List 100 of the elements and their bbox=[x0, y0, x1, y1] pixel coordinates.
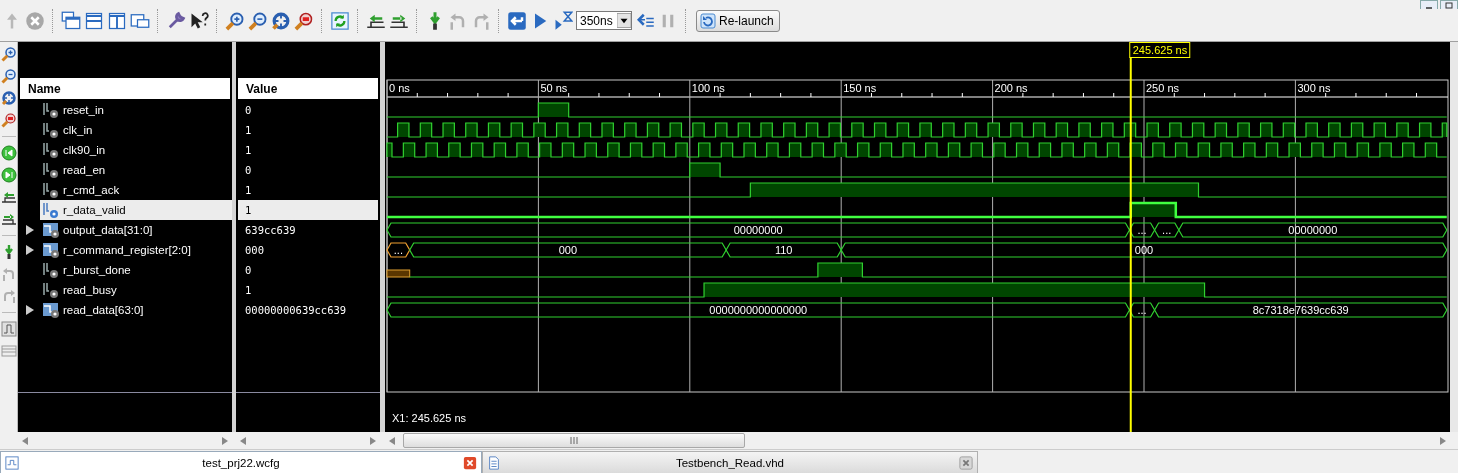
time-tick-label: 150 ns bbox=[843, 82, 877, 94]
zoom-fit-icon[interactable] bbox=[271, 10, 291, 31]
expand-icon[interactable] bbox=[24, 225, 34, 235]
signal-value: 0 bbox=[244, 263, 253, 278]
time-tick-label: 300 ns bbox=[1297, 82, 1331, 94]
vertical-scrollbar[interactable] bbox=[1450, 42, 1458, 432]
signal-icon bbox=[42, 101, 60, 119]
cursor-line[interactable] bbox=[1129, 56, 1132, 432]
signal-name: read_busy bbox=[63, 284, 117, 296]
signal-row[interactable]: r_burst_done bbox=[40, 260, 232, 280]
column-header[interactable]: Value bbox=[238, 78, 378, 99]
bus-value: ... bbox=[1162, 224, 1172, 236]
zoom-out-icon[interactable] bbox=[248, 10, 268, 31]
scroll-right-icon[interactable] bbox=[222, 436, 228, 445]
waveform-icon[interactable] bbox=[0, 320, 17, 338]
scroll-left-icon[interactable] bbox=[240, 436, 246, 445]
zoom-fit-icon[interactable] bbox=[0, 89, 17, 107]
run-for-time-icon[interactable] bbox=[553, 10, 573, 31]
document-icon bbox=[487, 456, 501, 470]
signal-name: r_burst_done bbox=[63, 264, 131, 276]
close-icon[interactable] bbox=[463, 456, 477, 470]
signal-icon bbox=[42, 281, 60, 299]
signal-value: 1 bbox=[244, 183, 253, 198]
signal-name: r_cmd_ack bbox=[63, 184, 120, 196]
help-pointer-icon[interactable] bbox=[189, 10, 209, 31]
signal-row[interactable]: clk90_in bbox=[40, 140, 232, 160]
bus-signal-icon bbox=[42, 301, 60, 319]
time-tick-label: 50 ns bbox=[540, 82, 568, 94]
signal-value: 1 bbox=[244, 143, 253, 158]
time-tick-label: 100 ns bbox=[691, 82, 725, 94]
signal-name: clk90_in bbox=[63, 144, 106, 156]
signal-row[interactable]: r_cmd_ack bbox=[40, 180, 232, 200]
vertical-layout-icon[interactable] bbox=[107, 10, 127, 31]
zoom-out-icon[interactable] bbox=[0, 67, 17, 85]
signal-row[interactable]: reset_in bbox=[40, 100, 232, 120]
zoom-in-icon[interactable] bbox=[0, 45, 17, 63]
go-to-end-icon[interactable] bbox=[0, 166, 17, 184]
scroll-left-icon[interactable] bbox=[22, 436, 28, 445]
scroll-right-icon[interactable] bbox=[370, 436, 376, 445]
signal-row[interactable]: output_data[31:0] bbox=[40, 220, 232, 240]
time-tick-label: 250 ns bbox=[1146, 82, 1180, 94]
signal-row[interactable]: r_data_valid bbox=[40, 200, 232, 220]
restart-icon[interactable] bbox=[507, 10, 527, 31]
column-header[interactable]: Name bbox=[20, 78, 230, 99]
scroll-right-icon[interactable] bbox=[1440, 436, 1446, 445]
bus-value: 0000000000000000 bbox=[709, 304, 808, 316]
signal-value: 639cc639 bbox=[244, 223, 297, 238]
signal-name: r_command_register[2:0] bbox=[63, 244, 191, 256]
signal-icon bbox=[42, 161, 60, 179]
signal-row[interactable]: clk_in bbox=[40, 120, 232, 140]
signal-name: read_en bbox=[63, 164, 106, 176]
close-icon[interactable] bbox=[959, 456, 973, 470]
time-field[interactable]: 350ns bbox=[576, 11, 632, 30]
editor-tab[interactable]: test_prj22.wcfg bbox=[0, 451, 482, 473]
signal-name: reset_in bbox=[63, 104, 104, 116]
expand-icon[interactable] bbox=[24, 305, 34, 315]
bus-value: 000 bbox=[558, 244, 578, 256]
signal-value: 0 bbox=[244, 163, 253, 178]
grip-icon bbox=[569, 437, 579, 444]
caret-icon[interactable] bbox=[617, 13, 631, 28]
expand-icon[interactable] bbox=[24, 245, 34, 255]
zoom-marker-icon[interactable] bbox=[0, 111, 17, 129]
zoom-marker-icon[interactable] bbox=[294, 10, 314, 31]
zoom-in-icon[interactable] bbox=[225, 10, 245, 31]
bus-value: 110 bbox=[774, 244, 793, 256]
signal-row[interactable]: read_busy bbox=[40, 280, 232, 300]
cascade-windows-icon[interactable] bbox=[61, 10, 81, 31]
wrench-icon[interactable] bbox=[166, 10, 186, 31]
signal-icon bbox=[42, 141, 60, 159]
signal-name: output_data[31:0] bbox=[63, 224, 153, 236]
refresh-icon[interactable] bbox=[330, 10, 350, 31]
signal-row[interactable]: read_data[63:0] bbox=[40, 300, 232, 320]
signal-name: read_data[63:0] bbox=[63, 304, 144, 316]
signal-value: 1 bbox=[244, 283, 253, 298]
signal-row[interactable]: read_en bbox=[40, 160, 232, 180]
bus-value: ... bbox=[1137, 304, 1147, 316]
relaunch-icon[interactable] bbox=[700, 12, 716, 29]
signal-icon bbox=[42, 121, 60, 139]
signal-name: r_data_valid bbox=[63, 204, 126, 216]
relaunch-button[interactable]: Re-launch bbox=[696, 9, 780, 32]
bus-value: ... bbox=[1137, 224, 1147, 236]
editor-tab[interactable]: Testbench_Read.vhd bbox=[482, 451, 978, 473]
bus-value: ... bbox=[393, 244, 403, 256]
scrollbar-thumb[interactable] bbox=[403, 433, 745, 448]
scroll-left-icon[interactable] bbox=[389, 436, 395, 445]
bus-signal-icon bbox=[42, 241, 60, 259]
maximize-icon[interactable] bbox=[1440, 0, 1458, 9]
signal-icon bbox=[42, 181, 60, 199]
signal-value: 1 bbox=[238, 200, 378, 220]
cursor-time-label: 245.625 ns bbox=[1129, 42, 1191, 58]
bus-signal-icon bbox=[42, 221, 60, 239]
cursor-readout: X1: 245.625 ns bbox=[392, 412, 466, 424]
go-to-start-icon[interactable] bbox=[0, 144, 17, 162]
signal-value: 0 bbox=[244, 103, 253, 118]
minimize-icon[interactable] bbox=[1420, 0, 1438, 9]
signal-row[interactable]: r_command_register[2:0] bbox=[40, 240, 232, 260]
bus-value: 000 bbox=[1134, 244, 1154, 256]
signal-value: 1 bbox=[244, 123, 253, 138]
bus-value: 00000000 bbox=[733, 224, 783, 236]
horizontal-layout-icon[interactable] bbox=[84, 10, 104, 31]
